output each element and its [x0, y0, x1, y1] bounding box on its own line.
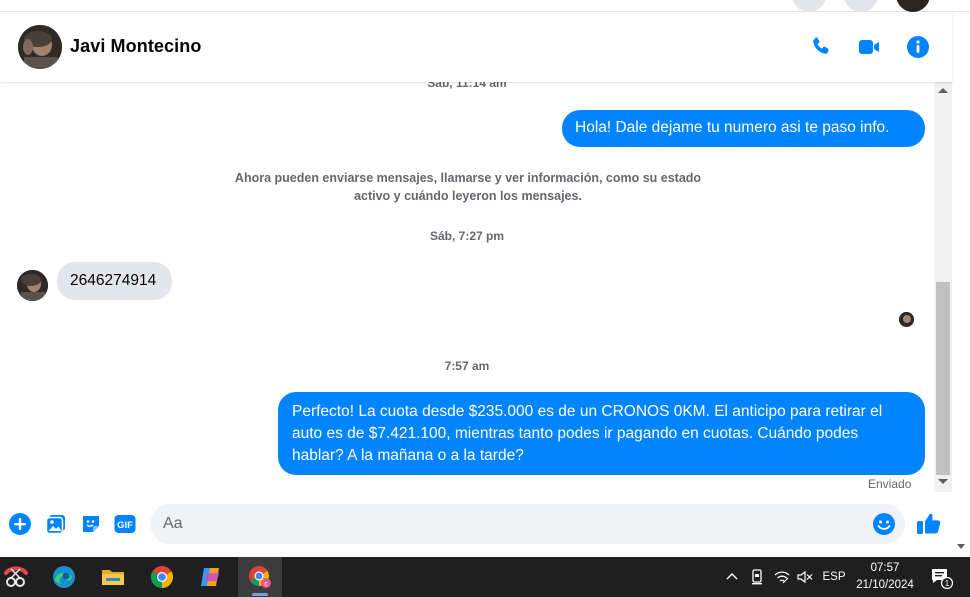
- show-hidden-icons-button[interactable]: [722, 557, 742, 597]
- phone-icon: [813, 37, 829, 54]
- system-clock[interactable]: 07:57 21/10/2024: [848, 560, 922, 594]
- video-call-button[interactable]: [856, 34, 882, 60]
- audio-call-button[interactable]: [808, 34, 834, 60]
- svg-text:GIF: GIF: [117, 520, 133, 531]
- taskbar-app[interactable]: [91, 557, 135, 597]
- emoji-button[interactable]: [872, 512, 896, 536]
- timestamp-divider: 7:57 am: [444, 359, 490, 373]
- volume-muted-icon: [797, 570, 813, 584]
- system-notice: Ahora pueden enviarse mensajes, llamarse…: [234, 171, 702, 203]
- message-list[interactable]: Sáb, 11:14 am Hola! Dale dejame tu numer…: [0, 82, 934, 498]
- sticker-button[interactable]: [79, 512, 103, 536]
- incoming-message[interactable]: 2646274914: [57, 262, 172, 300]
- gif-icon: GIF: [114, 515, 136, 533]
- windows-taskbar: c ESP 07:57 21/10/2024 1: [0, 557, 970, 597]
- network-button[interactable]: [772, 557, 792, 597]
- snipping-tool-icon: [4, 566, 28, 587]
- chrome-profile-icon: c: [249, 566, 271, 588]
- taskbar-app[interactable]: [0, 557, 38, 597]
- clock-time: 07:57: [870, 562, 900, 574]
- more-actions-button[interactable]: [8, 512, 32, 536]
- add-icon: [9, 513, 31, 535]
- message-input[interactable]: [150, 504, 905, 544]
- read-receipt-avatar: [899, 312, 914, 327]
- chevron-up-icon: [726, 573, 738, 580]
- copilot-icon: [201, 568, 219, 586]
- thumbs-up-icon: [917, 513, 941, 534]
- top-button-2[interactable]: [844, 0, 878, 12]
- tray-device-button[interactable]: [747, 557, 767, 597]
- send-like-button[interactable]: [916, 510, 942, 536]
- attach-photo-button[interactable]: [44, 512, 68, 536]
- contact-avatar[interactable]: [18, 25, 62, 69]
- input-language-indicator[interactable]: ESP: [820, 557, 848, 597]
- contact-name[interactable]: Javi Montecino: [70, 36, 201, 57]
- info-icon: [907, 36, 929, 58]
- chat-scrollbar[interactable]: [934, 82, 952, 492]
- edge-icon: [53, 566, 75, 588]
- top-profile-avatar[interactable]: [896, 0, 930, 12]
- outgoing-message[interactable]: Perfecto! La cuota desde $235.000 es de …: [278, 392, 925, 475]
- top-button-1[interactable]: [792, 0, 826, 12]
- message-composer: GIF: [0, 498, 952, 554]
- emoji-icon: [873, 513, 895, 535]
- contact-avatar-small: [17, 270, 48, 301]
- scroll-up-arrow-icon[interactable]: [938, 88, 948, 93]
- device-icon: [752, 569, 762, 585]
- taskbar-app-active[interactable]: c: [238, 557, 282, 597]
- scroll-down-arrow-icon[interactable]: [938, 479, 948, 484]
- clock-date: 21/10/2024: [856, 579, 914, 591]
- timestamp-divider: Sáb, 7:27 pm: [429, 229, 505, 243]
- conversation-info-button[interactable]: [905, 34, 931, 60]
- outgoing-message[interactable]: Hola! Dale dejame tu numero asi te paso …: [562, 110, 925, 147]
- svg-text:c: c: [264, 581, 268, 588]
- sticker-icon: [83, 516, 99, 532]
- video-camera-icon: [859, 40, 879, 54]
- file-explorer-icon: [102, 570, 124, 585]
- taskbar-app[interactable]: [189, 557, 233, 597]
- screen: Javi Montecino Sáb, 11:14 am Hola! Dale …: [0, 0, 970, 597]
- chat-header: Javi Montecino: [0, 12, 952, 82]
- taskbar-app[interactable]: [42, 557, 86, 597]
- notification-bell-icon: 1: [932, 569, 953, 589]
- message-status: Enviado: [868, 477, 912, 491]
- browser-top-strip: [0, 0, 970, 12]
- gif-button[interactable]: GIF: [113, 512, 137, 536]
- page-scroll-down-arrow-icon[interactable]: [957, 544, 965, 549]
- volume-button[interactable]: [795, 557, 815, 597]
- notifications-button[interactable]: 1: [926, 557, 956, 597]
- svg-text:1: 1: [945, 579, 950, 588]
- chrome-icon: [151, 566, 173, 588]
- taskbar-app[interactable]: [140, 557, 184, 597]
- scrollbar-thumb[interactable]: [936, 282, 950, 475]
- wifi-icon: [774, 571, 790, 584]
- timestamp-divider: Sáb, 11:14 am: [427, 82, 507, 90]
- photo-icon: [45, 515, 65, 535]
